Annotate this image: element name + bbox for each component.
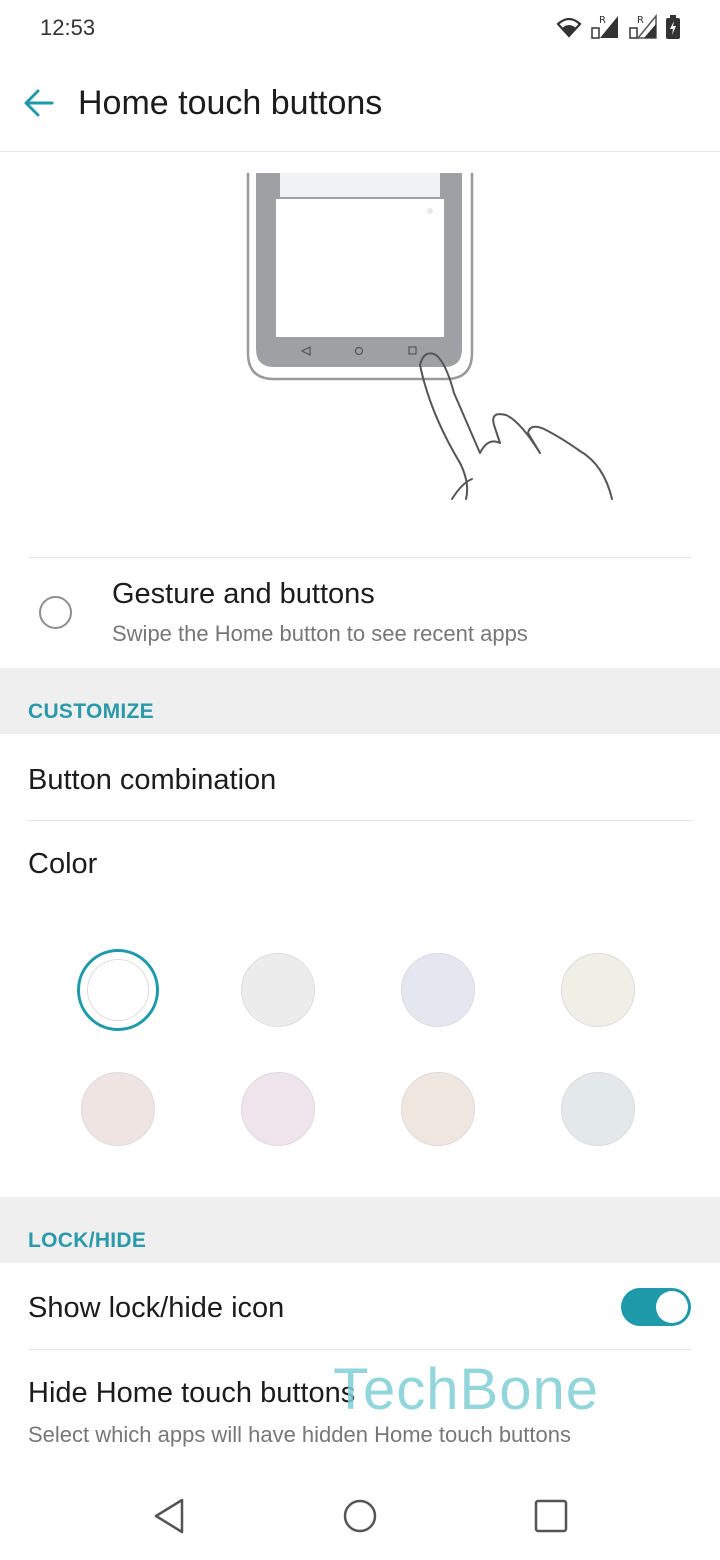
roaming-label: R <box>637 15 644 26</box>
navigation-bar <box>0 1472 720 1560</box>
roaming-label: R <box>599 15 606 26</box>
show-lock-hide-icon-toggle[interactable] <box>621 1288 691 1326</box>
color-swatch[interactable] <box>561 1072 635 1146</box>
section-header-customize: CUSTOMIZE <box>0 668 720 734</box>
battery-icon <box>666 15 680 39</box>
swatch-inner <box>87 959 149 1021</box>
color-swatch[interactable] <box>241 953 315 1027</box>
color-swatch-selected[interactable] <box>77 949 159 1031</box>
wifi-icon <box>556 17 582 38</box>
status-time: 12:53 <box>40 15 96 40</box>
show-lock-hide-icon-label: Show lock/hide icon <box>28 1292 285 1324</box>
divider <box>28 557 692 558</box>
section-header-label: LOCK/HIDE <box>28 1229 147 1252</box>
app-bar: Home touch buttons <box>0 56 720 152</box>
back-triangle-icon[interactable] <box>150 1496 190 1536</box>
divider <box>28 820 692 821</box>
color-swatch[interactable] <box>401 953 475 1027</box>
hide-home-touch-buttons-subtitle: Select which apps will have hidden Home … <box>28 1422 571 1447</box>
watermark-logo: TechBone <box>333 1357 599 1422</box>
color-swatch[interactable] <box>561 953 635 1027</box>
color-swatch[interactable] <box>401 1072 475 1146</box>
section-header-label: CUSTOMIZE <box>28 700 154 723</box>
status-icons: R R <box>556 14 680 40</box>
signal-icon: R <box>629 14 657 39</box>
signal-icon: R <box>591 15 618 39</box>
option-gesture-and-buttons[interactable]: Gesture and buttons Swipe the Home butto… <box>0 560 720 668</box>
back-arrow-icon[interactable] <box>22 86 56 120</box>
option-title: Gesture and buttons <box>112 578 375 610</box>
home-circle-icon[interactable] <box>340 1496 380 1536</box>
gesture-illustration <box>246 173 613 500</box>
toggle-knob <box>656 1291 688 1323</box>
hide-home-touch-buttons-item[interactable]: Hide Home touch buttons <box>28 1377 355 1410</box>
page-title: Home touch buttons <box>78 84 383 122</box>
option-subtitle: Swipe the Home button to see recent apps <box>112 621 528 646</box>
recents-square-icon[interactable] <box>531 1496 571 1536</box>
color-swatch[interactable] <box>81 1072 155 1146</box>
divider <box>28 1349 692 1350</box>
color-swatch[interactable] <box>241 1072 315 1146</box>
status-bar: 12:53 R R <box>0 0 720 56</box>
button-combination-item[interactable]: Button combination <box>28 764 276 797</box>
color-label: Color <box>28 848 98 880</box>
section-header-lock-hide: LOCK/HIDE <box>0 1197 720 1263</box>
radio-button[interactable] <box>39 596 72 629</box>
